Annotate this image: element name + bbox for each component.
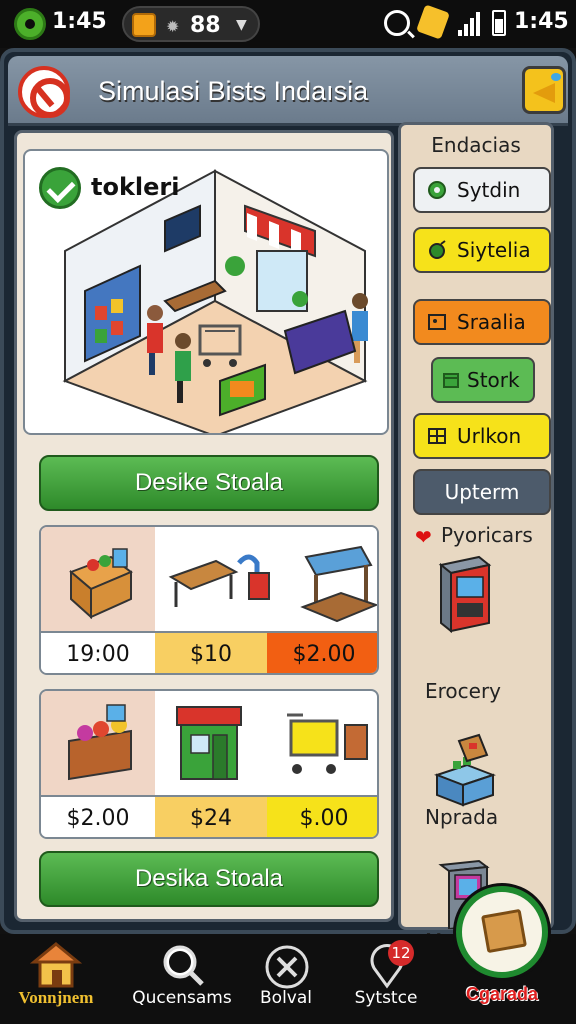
sidebar-button-stork[interactable]: Stork [431, 357, 535, 403]
nav-item-home[interactable]: Vonnjnem [0, 934, 112, 1024]
page-title: Simulasi Bists Indaısia [98, 76, 369, 106]
chevron-down-icon: ▼ [236, 17, 247, 33]
nav-item-search[interactable]: Qucensams [120, 934, 244, 1024]
clock-right: 1:45 [514, 9, 569, 34]
sidebar-button-upterm[interactable]: Upterm [413, 469, 551, 515]
sidebar-button-sraalia[interactable]: Sraalia [413, 299, 551, 345]
megaphone-icon[interactable] [522, 66, 566, 114]
box-icon [443, 373, 459, 388]
price-label: $24 [155, 795, 267, 837]
price-label: 19:00 [41, 631, 155, 673]
shop-row-2-illustrations [68, 704, 368, 781]
notification-badge: 12 [388, 940, 414, 966]
price-label: $.00 [267, 795, 377, 837]
vending-machine-icon[interactable] [435, 555, 495, 635]
sidebar-button-label: Upterm [444, 480, 520, 504]
card-icon [428, 314, 446, 330]
search-icon[interactable] [384, 10, 410, 36]
sidebar-button-label: Sytdin [457, 178, 521, 202]
gear-icon [428, 181, 446, 199]
logo-icon[interactable] [18, 66, 70, 118]
primary-action-button-bottom[interactable]: Desika Stoala [39, 851, 379, 907]
sidebar-item-label: Erocery [425, 679, 502, 703]
clock-left: 1:45 [52, 9, 107, 34]
price-label: $2.00 [41, 795, 155, 837]
currency-pill[interactable]: ✹ 88 ▼ [122, 6, 260, 42]
header-bar: Simulasi Bists Indaısia [8, 56, 568, 126]
nav-label: Qucensams [132, 988, 232, 1008]
signal-icon [458, 12, 482, 36]
sidebar-item-label: Npradа [425, 805, 499, 829]
check-icon [39, 167, 81, 209]
shop-row-2: $2.00 $24 $.00 [39, 689, 379, 839]
sidebar-button-siytelia[interactable]: Siytelia [413, 227, 551, 273]
battery-icon [492, 10, 506, 36]
sidebar: Endacias Sytdin Siytelia Sraalia Stork U… [398, 122, 554, 953]
nav-item-close[interactable]: Bolval [246, 934, 326, 1024]
nav-label: Vonnjnem [18, 988, 94, 1007]
sidebar-title: Endacias [431, 133, 521, 157]
currency-value: 88 [190, 13, 221, 38]
bomb-icon [429, 240, 446, 259]
gear-icon[interactable] [14, 8, 46, 40]
status-bar: 1:45 ✹ 88 ▼ 1:45 [0, 0, 576, 48]
shop-row-1-illustrations [69, 545, 377, 623]
fab-button[interactable] [456, 886, 548, 978]
nav-item-map[interactable]: 12 Sytstce [340, 934, 432, 1024]
nav-label: Sytstce [354, 988, 418, 1008]
heart-icon: ❤ [415, 525, 432, 549]
sun-icon: ✹ [166, 17, 180, 36]
sidebar-button-label: Urlkon [457, 424, 522, 448]
grid-icon [428, 428, 446, 444]
main-panel: tokleri Desike Stoala 19:00 $10 $2.00 $2… [14, 130, 394, 922]
sidebar-button-urlkon[interactable]: Urlkon [413, 413, 551, 459]
store-scene[interactable]: tokleri [23, 149, 389, 435]
sidebar-button-sytdin[interactable]: Sytdin [413, 167, 551, 213]
treasure-box-icon [132, 13, 156, 37]
primary-action-button-top[interactable]: Desike Stoala [39, 455, 379, 511]
house-icon [30, 942, 82, 988]
magnifier-icon [163, 945, 204, 986]
crate-icon [481, 908, 527, 954]
sidebar-button-label: Stork [467, 368, 520, 392]
scene-title: tokleri [91, 173, 180, 201]
sidebar-button-label: Siytelia [457, 238, 531, 262]
sidebar-button-label: Sraalia [457, 310, 526, 334]
price-label: $2.00 [267, 631, 377, 673]
tag-icon [415, 4, 451, 40]
price-label: $10 [155, 631, 267, 673]
game-window: Simulasi Bists Indaısia tokleri Desike S… [0, 48, 576, 953]
shop-row-1: 19:00 $10 $2.00 [39, 525, 379, 675]
crate-icon[interactable] [431, 731, 501, 811]
close-icon [265, 945, 309, 989]
section-label: Pyoricars [441, 523, 533, 547]
fab-label: Cgarada [465, 984, 539, 1004]
nav-label: Bolval [260, 988, 312, 1008]
